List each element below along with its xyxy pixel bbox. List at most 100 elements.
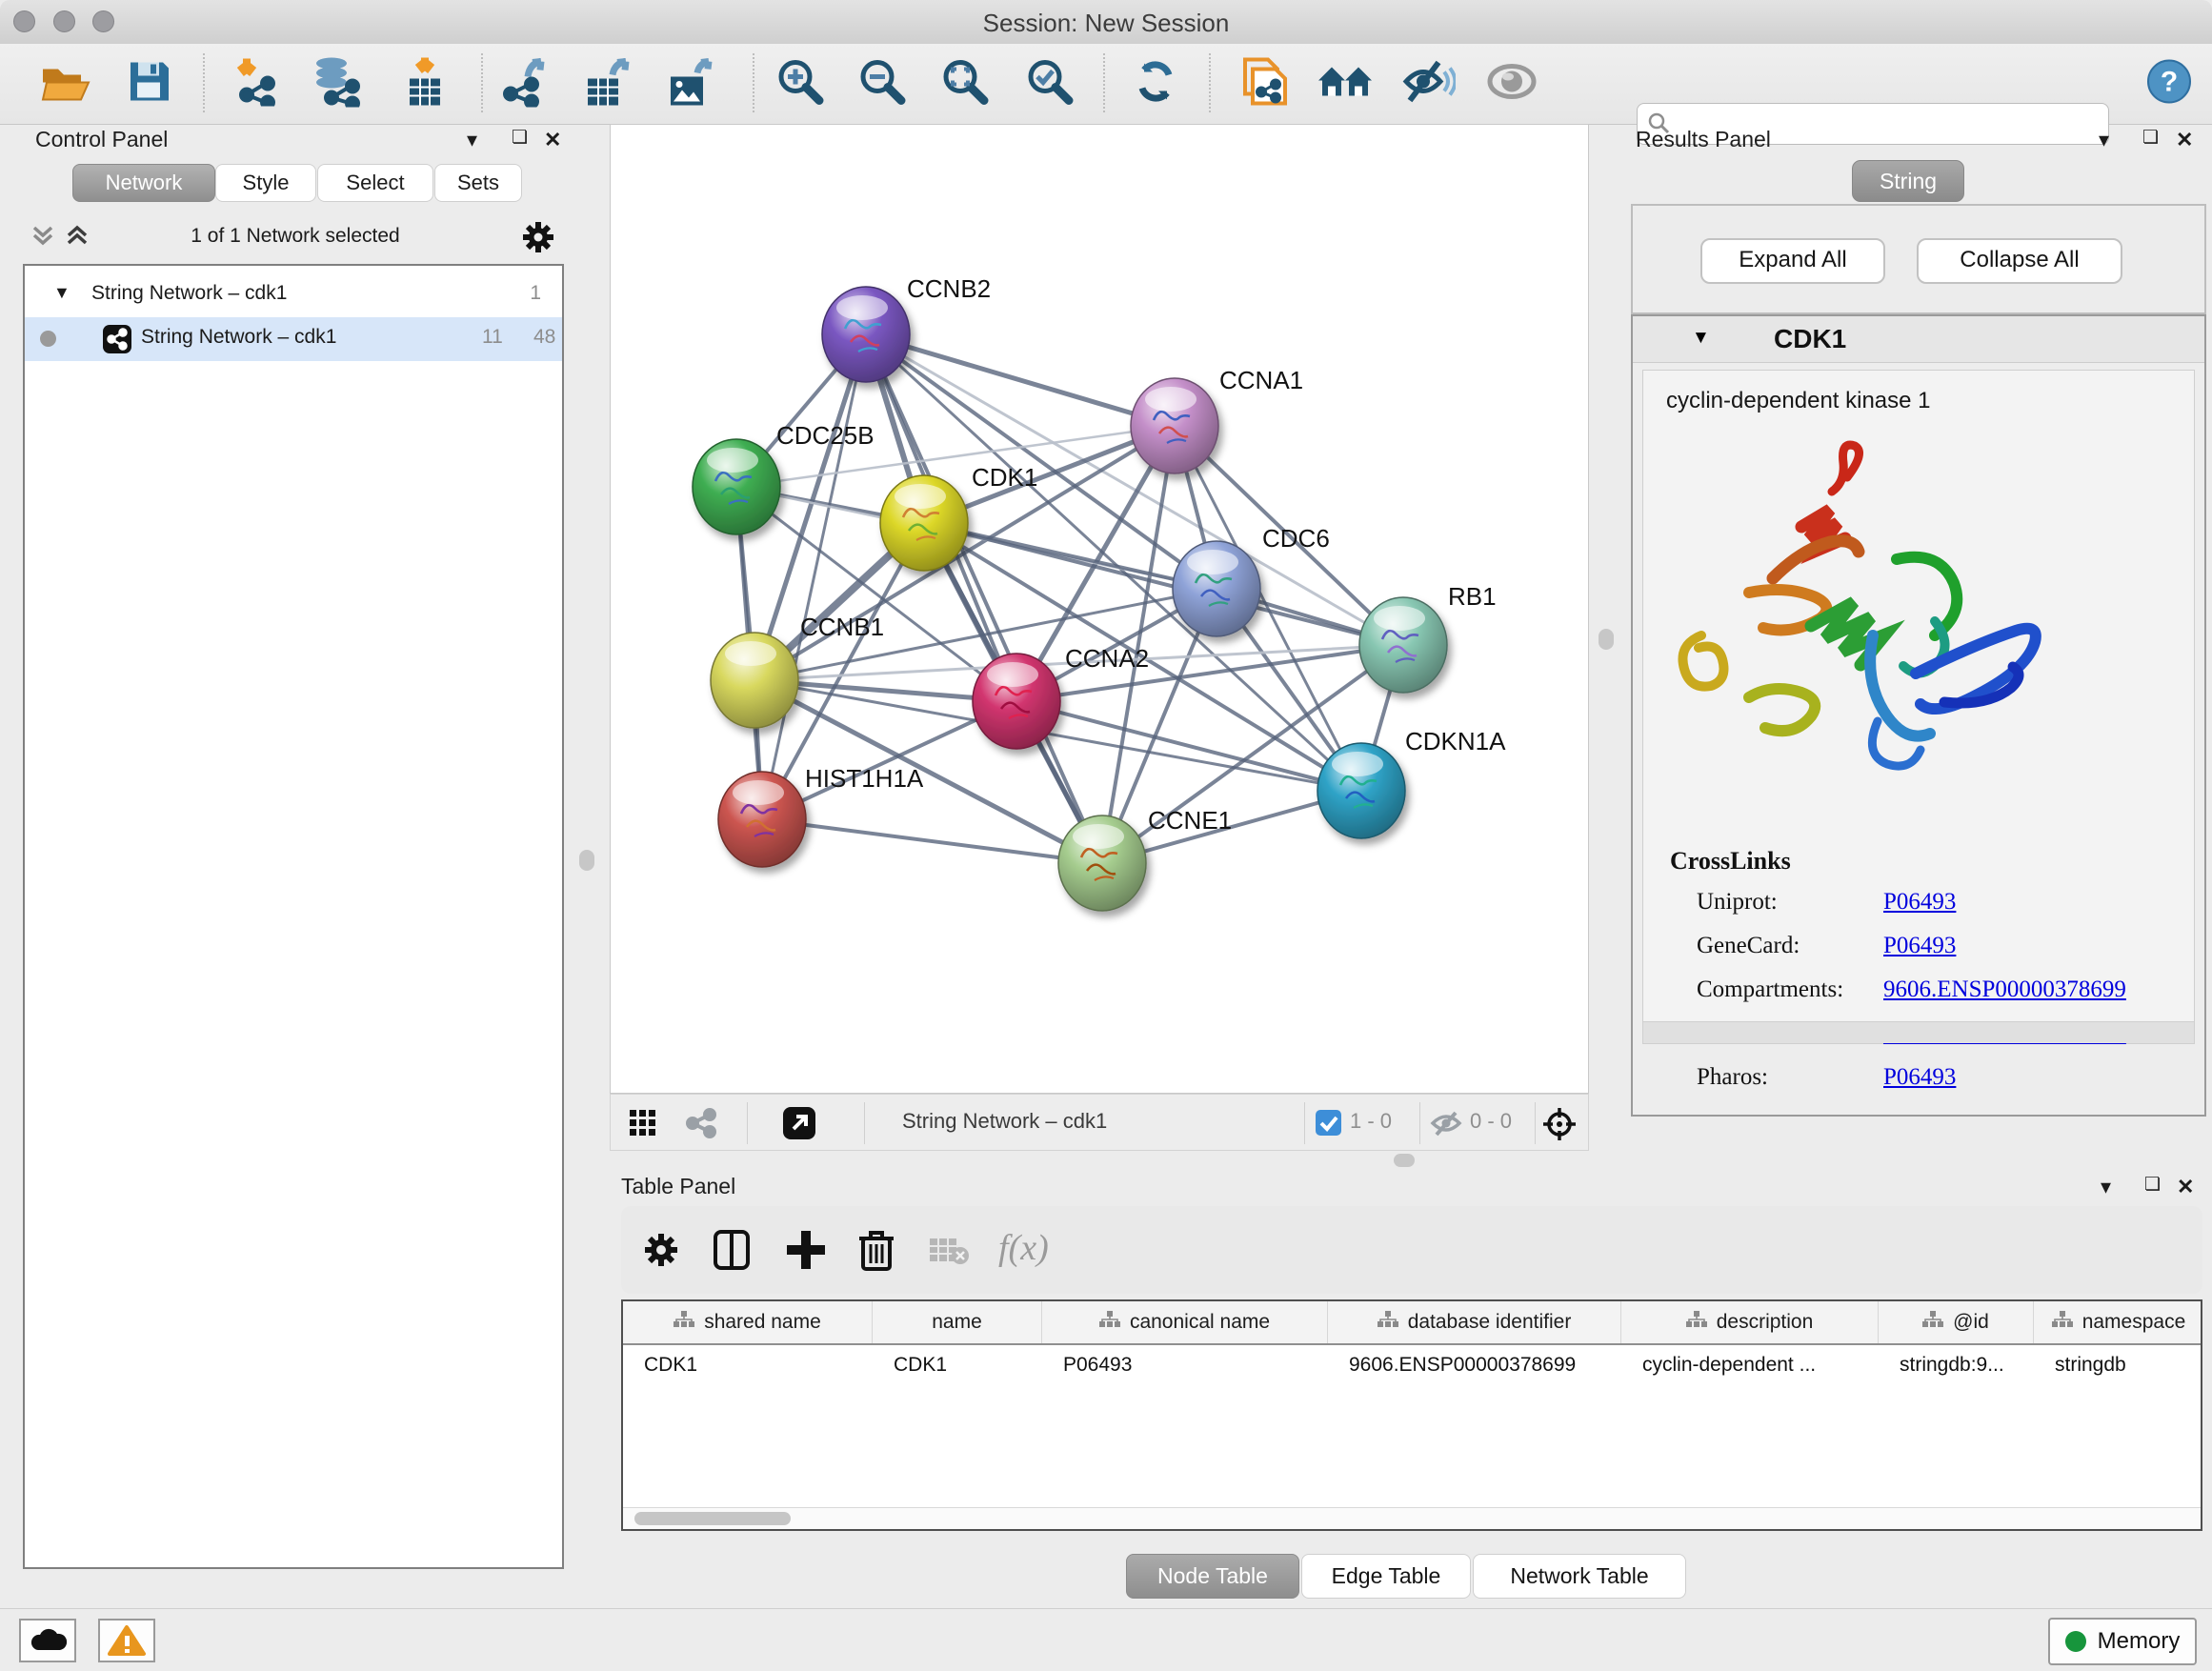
tab-sets[interactable]: Sets xyxy=(434,164,522,202)
table-cell[interactable]: cyclin-dependent ... xyxy=(1621,1354,1879,1377)
hidden-eye-slash-icon[interactable] xyxy=(1430,1111,1462,1141)
graph-edge-CCNA1-CCNB1[interactable] xyxy=(754,426,1175,680)
table-row[interactable]: CDK1CDK1P064939606.ENSP00000378699cyclin… xyxy=(623,1345,2201,1385)
open-session-icon[interactable] xyxy=(39,60,90,109)
graph-node-RB1[interactable] xyxy=(1359,597,1447,693)
import-network-file-icon[interactable] xyxy=(233,57,283,111)
expand-all-button[interactable]: Expand All xyxy=(1700,238,1885,284)
column-header-database-identifier[interactable]: database identifier xyxy=(1328,1301,1621,1343)
results-panel-maximize-icon[interactable]: ❏ xyxy=(2142,127,2159,149)
graph-node-CCNA2[interactable] xyxy=(973,654,1060,749)
import-network-database-icon[interactable] xyxy=(311,56,364,112)
graph-node-CCNE1[interactable] xyxy=(1058,815,1146,911)
control-panel-maximize-icon[interactable]: ❏ xyxy=(512,127,528,149)
clone-network-icon[interactable] xyxy=(1237,54,1291,114)
table-panel-close-icon[interactable]: ✕ xyxy=(2177,1175,2194,1199)
network-collection-row[interactable]: ▼ String Network – cdk1 1 xyxy=(25,273,562,317)
table-panel-float-icon[interactable]: ▾ xyxy=(2101,1175,2111,1199)
table-cell[interactable]: 9606.ENSP00000378699 xyxy=(1328,1354,1621,1377)
tab-select[interactable]: Select xyxy=(317,164,433,202)
crosslink-link[interactable]: 9606.ENSP00000378699 xyxy=(1883,976,2126,1003)
collapse-all-networks-icon[interactable] xyxy=(29,222,57,253)
table-hscrollbar[interactable] xyxy=(623,1507,2201,1529)
zoom-out-icon[interactable] xyxy=(856,56,908,112)
entry-header[interactable]: ▼ CDK1 xyxy=(1633,316,2204,363)
show-eye-icon[interactable] xyxy=(1487,63,1537,106)
tab-node-table[interactable]: Node Table xyxy=(1126,1554,1299,1599)
graph-edge-CCNB2-CCNA1[interactable] xyxy=(866,334,1175,426)
network-share-icon[interactable] xyxy=(685,1108,717,1143)
zoom-in-icon[interactable] xyxy=(774,56,826,112)
function-builder-icon[interactable]: f(x) xyxy=(998,1227,1049,1269)
save-session-icon[interactable] xyxy=(128,60,171,109)
refresh-icon[interactable] xyxy=(1130,56,1181,112)
warning-button[interactable] xyxy=(98,1619,155,1662)
table-cell[interactable]: stringdb xyxy=(2034,1354,2202,1377)
tab-edge-table[interactable]: Edge Table xyxy=(1301,1554,1471,1599)
table-cell[interactable]: CDK1 xyxy=(623,1354,873,1377)
collapse-all-button[interactable]: Collapse All xyxy=(1917,238,2122,284)
add-column-icon[interactable] xyxy=(785,1229,827,1276)
selected-checkbox-icon[interactable] xyxy=(1316,1110,1341,1140)
graph-node-HIST1H1A[interactable] xyxy=(718,772,806,867)
column-header-shared-name[interactable]: shared name xyxy=(623,1301,873,1343)
column-header-canonical-name[interactable]: canonical name xyxy=(1042,1301,1328,1343)
network-graph[interactable]: CCNB2CCNA1CDC25BCDK1CDC6RB1CCNB1CCNA2CDK… xyxy=(610,124,1589,1094)
export-image-icon[interactable] xyxy=(665,56,714,112)
tab-network[interactable]: Network xyxy=(72,164,215,202)
home-icon[interactable] xyxy=(1317,60,1374,109)
left-splitter-handle[interactable] xyxy=(579,850,594,871)
export-table-icon[interactable] xyxy=(582,56,632,112)
right-splitter-handle[interactable] xyxy=(1599,629,1614,650)
table-cell[interactable]: CDK1 xyxy=(873,1354,1042,1377)
graph-node-CDC6[interactable] xyxy=(1173,541,1260,636)
results-panel-close-icon[interactable]: ✕ xyxy=(2176,128,2193,152)
network-row-selected[interactable]: String Network – cdk1 11 48 xyxy=(25,317,562,361)
crosslink-link[interactable]: P06493 xyxy=(1883,933,1956,959)
table-panel-maximize-icon[interactable]: ❏ xyxy=(2144,1174,2161,1196)
tab-string[interactable]: String xyxy=(1852,160,1964,202)
crosslink-link[interactable]: P06493 xyxy=(1883,889,1956,916)
birdseye-crosshair-icon[interactable] xyxy=(1542,1107,1577,1146)
network-options-gear-icon[interactable] xyxy=(520,219,556,260)
tab-network-table[interactable]: Network Table xyxy=(1473,1554,1686,1599)
delete-table-icon[interactable] xyxy=(928,1235,970,1272)
table-cell[interactable]: P06493 xyxy=(1042,1354,1328,1377)
table-hscrollbar-thumb[interactable] xyxy=(634,1512,791,1525)
graph-node-CDK1[interactable] xyxy=(880,475,968,571)
control-panel-float-icon[interactable]: ▾ xyxy=(467,128,477,152)
crosslink-link[interactable]: P06493 xyxy=(1883,1064,1956,1091)
graph-node-CDKN1A[interactable] xyxy=(1317,743,1405,838)
column-header--id[interactable]: @id xyxy=(1879,1301,2034,1343)
graph-node-CCNB2[interactable] xyxy=(822,287,910,382)
collapse-triangle-icon[interactable]: ▼ xyxy=(53,283,70,303)
tab-style[interactable]: Style xyxy=(215,164,316,202)
grid-view-icon[interactable] xyxy=(630,1110,656,1141)
control-panel-close-icon[interactable]: ✕ xyxy=(544,128,561,152)
graph-edge-CCNB2-HIST1H1A[interactable] xyxy=(762,334,866,819)
column-header-namespace[interactable]: namespace xyxy=(2034,1301,2202,1343)
open-in-window-icon[interactable] xyxy=(783,1107,815,1144)
import-table-icon[interactable] xyxy=(402,56,448,112)
expand-all-networks-icon[interactable] xyxy=(63,222,91,253)
zoom-selected-icon[interactable] xyxy=(1024,56,1076,112)
graph-node-CDC25B[interactable] xyxy=(693,439,780,534)
hide-selected-icon[interactable] xyxy=(1402,59,1456,110)
help-icon[interactable]: ? xyxy=(2145,58,2193,111)
entry-scrollbar[interactable] xyxy=(1643,1021,2194,1043)
table-gear-icon[interactable] xyxy=(642,1231,680,1274)
column-header-description[interactable]: description xyxy=(1621,1301,1879,1343)
table-cell[interactable]: stringdb:9... xyxy=(1879,1354,2034,1377)
delete-column-icon[interactable] xyxy=(857,1227,895,1278)
bottom-splitter-handle[interactable] xyxy=(1394,1154,1415,1167)
zoom-fit-icon[interactable] xyxy=(939,56,991,112)
results-panel-float-icon[interactable]: ▾ xyxy=(2099,128,2109,152)
memory-button[interactable]: Memory xyxy=(2048,1618,2197,1665)
show-columns-icon[interactable] xyxy=(713,1229,751,1276)
graph-node-CCNB1[interactable] xyxy=(711,633,798,728)
entry-collapse-triangle-icon[interactable]: ▼ xyxy=(1692,328,1710,349)
graph-node-CCNA1[interactable] xyxy=(1131,378,1218,473)
export-network-icon[interactable] xyxy=(499,56,549,112)
graph-edge-HIST1H1A-CCNE1[interactable] xyxy=(762,819,1102,863)
cloud-button[interactable] xyxy=(19,1619,76,1662)
